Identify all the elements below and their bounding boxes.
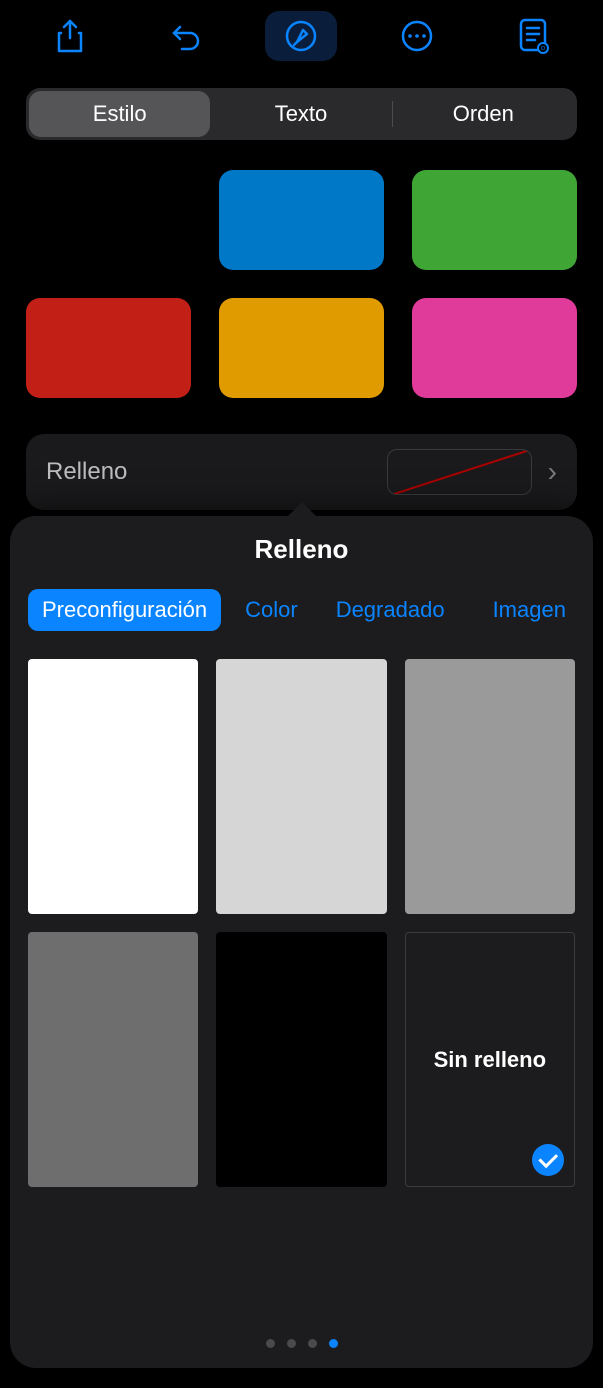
segment-order[interactable]: Orden xyxy=(393,91,574,137)
reader-icon xyxy=(516,17,550,55)
format-segmented-control: Estilo Texto Orden xyxy=(26,88,577,140)
fill-row-label: Relleno xyxy=(46,458,387,486)
fill-popover: Relleno Preconfiguración Color Degradado… xyxy=(10,516,593,1368)
fill-tabs: Preconfiguración Color Degradado Imagen xyxy=(10,565,593,631)
style-swatch[interactable] xyxy=(412,298,577,398)
preset-swatch[interactable] xyxy=(28,932,198,1187)
page-indicator[interactable] xyxy=(10,1309,593,1368)
page-dot xyxy=(329,1339,338,1348)
popover-arrow xyxy=(286,502,318,518)
fill-tab-gradient[interactable]: Degradado xyxy=(322,589,459,631)
page-dot xyxy=(266,1339,275,1348)
segment-label: Texto xyxy=(275,101,328,127)
popover-title: Relleno xyxy=(10,534,593,565)
toolbar xyxy=(0,0,603,72)
chevron-right-icon: › xyxy=(548,456,557,488)
segment-text[interactable]: Texto xyxy=(210,91,391,137)
style-swatch[interactable] xyxy=(26,298,191,398)
fill-tab-preset[interactable]: Preconfiguración xyxy=(28,589,221,631)
tab-label: Preconfiguración xyxy=(42,597,207,622)
preset-swatch[interactable] xyxy=(28,659,198,914)
style-swatch[interactable] xyxy=(412,170,577,270)
preset-swatch[interactable] xyxy=(405,659,575,914)
preset-grid: Sin relleno xyxy=(28,659,575,1187)
share-button[interactable] xyxy=(34,11,106,61)
style-swatch[interactable] xyxy=(219,298,384,398)
none-diagonal xyxy=(387,449,532,495)
preset-swatch[interactable] xyxy=(216,659,386,914)
tab-label: Color xyxy=(245,597,298,622)
undo-button[interactable] xyxy=(150,11,222,61)
fill-row[interactable]: Relleno › xyxy=(26,434,577,510)
tab-label: Imagen xyxy=(493,597,566,622)
fill-tab-image[interactable]: Imagen xyxy=(479,589,580,631)
format-button[interactable] xyxy=(265,11,337,61)
preset-swatch[interactable] xyxy=(216,932,386,1187)
style-swatch[interactable] xyxy=(219,170,384,270)
tab-label: Degradado xyxy=(336,597,445,622)
format-brush-icon xyxy=(283,18,319,54)
checkmark-icon xyxy=(532,1144,564,1176)
reader-button[interactable] xyxy=(497,11,569,61)
page-dot xyxy=(308,1339,317,1348)
more-icon xyxy=(399,18,435,54)
segment-style[interactable]: Estilo xyxy=(29,91,210,137)
fill-tab-color[interactable]: Color xyxy=(231,589,312,631)
preset-no-fill[interactable]: Sin relleno xyxy=(405,932,575,1187)
style-swatch[interactable] xyxy=(26,170,191,270)
style-swatch-grid xyxy=(26,170,577,398)
no-fill-label: Sin relleno xyxy=(434,1047,546,1073)
page-dot xyxy=(287,1339,296,1348)
fill-preview-none xyxy=(387,449,532,495)
segment-label: Orden xyxy=(453,101,514,127)
undo-icon xyxy=(168,18,204,54)
more-button[interactable] xyxy=(381,11,453,61)
share-icon xyxy=(55,18,85,54)
segment-label: Estilo xyxy=(93,101,147,127)
